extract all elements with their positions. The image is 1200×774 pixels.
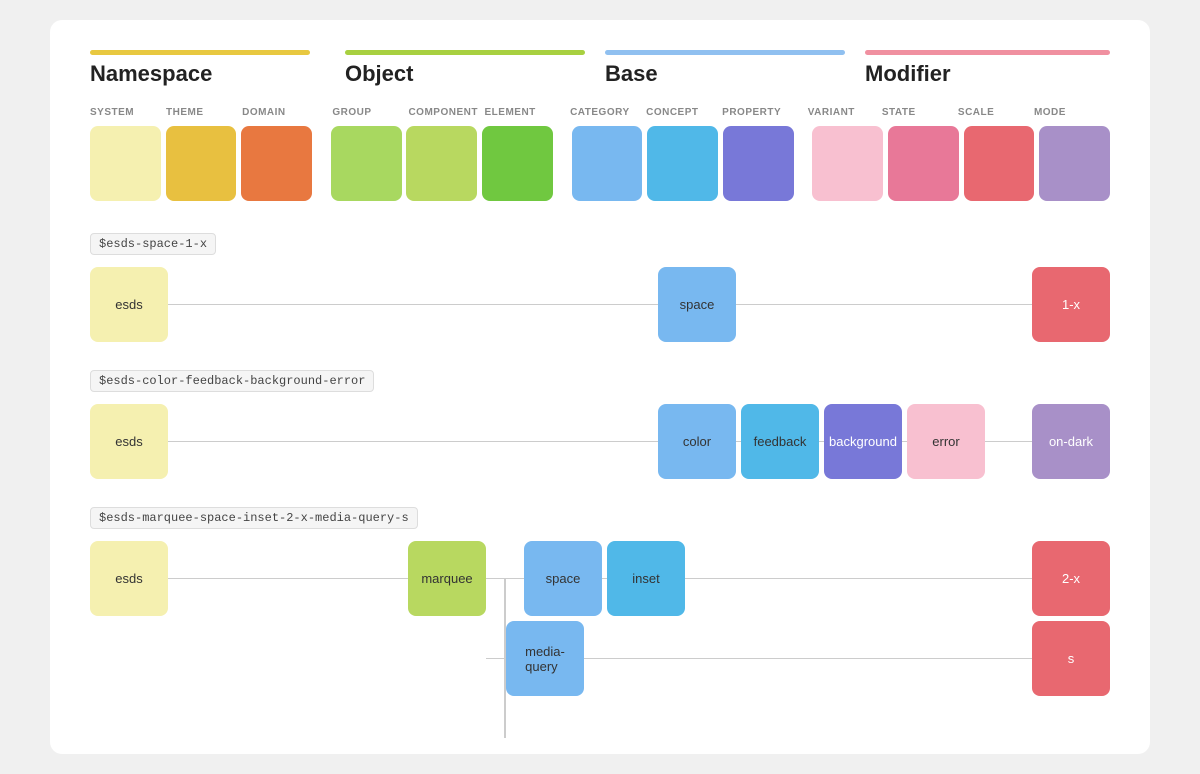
token3-line5 [685,578,1032,580]
token2-mode: on-dark [1032,404,1110,479]
object-section: Object [345,50,605,97]
box-component [406,126,477,201]
modifier-section: Modifier [865,50,1110,97]
box-variant [812,126,883,201]
box-property [723,126,794,201]
token3-line6 [486,658,506,660]
namespace-bar [90,50,310,55]
token3-row2: media-query s [486,621,1110,696]
main-container: Namespace Object Base Modifier SYSTEM TH… [50,20,1150,754]
box-system [90,126,161,201]
box-domain [241,126,312,201]
token2-variant: error [907,404,985,479]
token3-branches: space inset 2-x media-query s [486,541,1110,696]
box-concept [647,126,718,201]
label-system: SYSTEM [90,107,166,118]
label-domain: DOMAIN [242,107,318,118]
token3-line1 [168,578,408,580]
box-element [482,126,553,201]
token-label-1: $esds-space-1-x [90,233,216,255]
token-boxes-2: esds color feedback background error on-… [90,404,1110,479]
object-bar [345,50,585,55]
token3-l1-wrap [168,541,408,616]
token2-concept: feedback [741,404,819,479]
token3-line7 [584,658,1032,660]
label-group: GROUP [332,107,408,118]
token1-system: esds [90,267,168,342]
label-component: COMPONENT [408,107,484,118]
label-element: ELEMENT [485,107,556,118]
token2-line5 [985,441,1032,443]
token3-scale1: 2-x [1032,541,1110,616]
token1-line2 [736,304,1032,306]
token1-category: space [658,267,736,342]
token2-line1 [168,441,658,443]
base-section: Base [605,50,865,97]
token2-system: esds [90,404,168,479]
token1-scale: 1-x [1032,267,1110,342]
token3-line3 [506,578,524,580]
label-mode: MODE [1034,107,1110,118]
token-row-1: $esds-space-1-x esds space 1-x [90,233,1110,342]
modifier-bar [865,50,1110,55]
token3-branch-col: space inset 2-x media-query s [486,541,1110,696]
header-row: Namespace Object Base Modifier [90,50,1110,97]
box-group [331,126,402,201]
token3-scale2: s [1032,621,1110,696]
column-labels-row: SYSTEM THEME DOMAIN GROUP COMPONENT ELEM… [90,107,1110,118]
label-category: CATEGORY [570,107,646,118]
token2-category: color [658,404,736,479]
token-row-3: $esds-marquee-space-inset-2-x-media-quer… [90,507,1110,696]
palette-row [90,126,1110,201]
box-scale [964,126,1035,201]
token3-comp-wrap: marquee [408,541,486,616]
token-label-2: $esds-color-feedback-background-error [90,370,374,392]
box-category [572,126,643,201]
modifier-title: Modifier [865,61,1110,87]
object-title: Object [345,61,605,87]
token3-system: esds [90,541,168,616]
base-title: Base [605,61,865,87]
label-variant: VARIANT [808,107,882,118]
token3-system-col: esds [90,541,168,616]
token-boxes-3: esds marquee [90,541,1110,696]
label-scale: SCALE [958,107,1034,118]
box-mode [1039,126,1110,201]
token-label-3: $esds-marquee-space-inset-2-x-media-quer… [90,507,418,529]
base-bar [605,50,845,55]
token3-concept1: inset [607,541,685,616]
box-state [888,126,959,201]
namespace-section: Namespace [90,50,345,97]
label-theme: THEME [166,107,242,118]
token3-category1: space [524,541,602,616]
token3-category2: media-query [506,621,584,696]
box-theme [166,126,237,201]
token3-row1: space inset 2-x [486,541,1110,616]
token1-line1 [168,304,658,306]
token3-vline [504,578,506,738]
namespace-title: Namespace [90,61,345,87]
label-property: PROPERTY [722,107,793,118]
label-state: STATE [882,107,958,118]
label-concept: CONCEPT [646,107,722,118]
token-boxes-1: esds space 1-x [90,267,1110,342]
token3-line2 [486,578,504,580]
token-row-2: $esds-color-feedback-background-error es… [90,370,1110,479]
token2-property: background [824,404,902,479]
token3-component: marquee [408,541,486,616]
